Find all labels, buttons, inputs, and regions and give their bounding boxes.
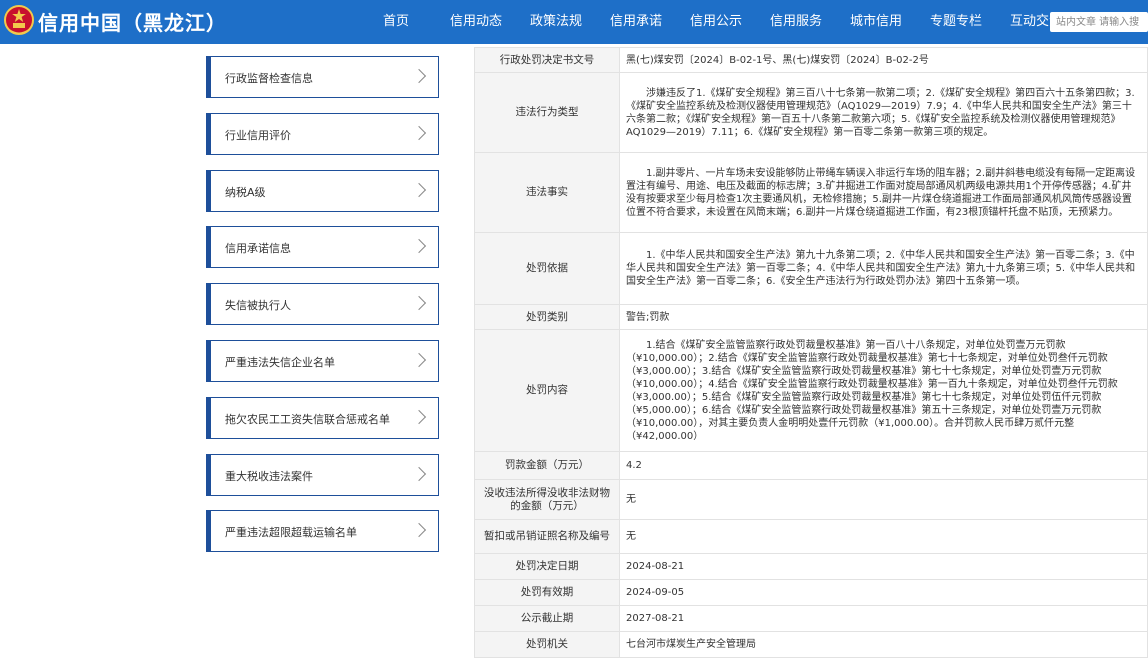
- row-value: 1.结合《煤矿安全监管监察行政处罚裁量权基准》第一百八十八条规定，对单位处罚壹万…: [619, 329, 1148, 452]
- chevron-right-icon: [411, 125, 427, 140]
- row-key: 处罚决定日期: [474, 553, 620, 580]
- row-value: 黑(七)煤安罚〔2024〕B-02-1号、黑(七)煤安罚〔2024〕B-02-2…: [619, 47, 1148, 73]
- row-value: 七台河市煤炭生产安全管理局: [619, 631, 1148, 658]
- row-value: 1.副井零片、一片车场未安设能够防止带绳车辆误入非运行车场的阻车器；2.副井斜巷…: [619, 152, 1148, 233]
- chevron-right-icon: [411, 68, 427, 84]
- sidebar-item-accent-bar: [207, 284, 211, 325]
- main-nav: 首页 信用动态 政策法规 信用承诺 信用公示 信用服务 城市信用 专题专栏 互动…: [356, 0, 1076, 44]
- sidebar-item-label: 拖欠农民工工资失信联合惩戒名单: [225, 412, 390, 426]
- sidebar-item-label: 纳税A级: [225, 185, 266, 199]
- chevron-right-icon: [411, 466, 427, 481]
- nav-credit-commitment[interactable]: 信用承诺: [596, 0, 676, 44]
- sidebar-item-label: 信用承诺信息: [225, 242, 291, 256]
- nav-credit-disclosure[interactable]: 信用公示: [676, 0, 756, 44]
- sidebar-item-tax-a-grade[interactable]: 纳税A级: [206, 169, 439, 212]
- row-value: 2024-09-05: [619, 579, 1148, 606]
- table-row: 处罚依据 1.《中华人民共和国安全生产法》第九十九条第二项；2.《中华人民共和国…: [474, 232, 1148, 305]
- row-key: 罚款金额（万元）: [474, 451, 620, 480]
- row-value: 警告;罚款: [619, 304, 1148, 330]
- row-key: 公示截止期: [474, 605, 620, 632]
- row-value: 无: [619, 479, 1148, 520]
- row-value: 1.《中华人民共和国安全生产法》第九十九条第二项；2.《中华人民共和国安全生产法…: [619, 232, 1148, 305]
- row-key: 暂扣或吊销证照名称及编号: [474, 519, 620, 554]
- sidebar-item-overload-transport[interactable]: 严重违法超限超载运输名单: [206, 510, 439, 553]
- chevron-right-icon: [411, 296, 427, 311]
- table-row: 处罚机关 七台河市煤炭生产安全管理局: [474, 631, 1148, 658]
- row-key: 违法事实: [474, 152, 620, 233]
- sidebar-item-dishonest-debtors[interactable]: 失信被执行人: [206, 283, 439, 326]
- chevron-right-icon: [411, 352, 427, 368]
- row-key: 处罚依据: [474, 232, 620, 305]
- table-row: 公示截止期 2027-08-21: [474, 605, 1148, 632]
- chevron-right-icon: [411, 239, 427, 254]
- sidebar-item-accent-bar: [207, 511, 211, 552]
- chevron-right-icon: [411, 409, 427, 424]
- sidebar-item-tax-violations[interactable]: 重大税收违法案件: [206, 453, 439, 496]
- table-row: 处罚内容 1.结合《煤矿安全监管监察行政处罚裁量权基准》第一百八十八条规定，对单…: [474, 329, 1148, 452]
- row-key: 没收违法所得没收非法财物的金额（万元）: [474, 479, 620, 520]
- site-header: 信用中国（黑龙江） 首页 信用动态 政策法规 信用承诺 信用公示 信用服务 城市…: [0, 0, 1148, 44]
- sidebar-item-admin-supervision[interactable]: 行政监督检查信息: [206, 56, 439, 98]
- row-key: 行政处罚决定书文号: [474, 47, 620, 73]
- row-value: 无: [619, 519, 1148, 554]
- sidebar-item-accent-bar: [207, 113, 211, 154]
- table-row: 暂扣或吊销证照名称及编号 无: [474, 519, 1148, 554]
- sidebar-item-accent-bar: [207, 227, 211, 268]
- chevron-right-icon: [411, 523, 427, 538]
- search-input[interactable]: [1050, 12, 1148, 32]
- table-row: 违法事实 1.副井零片、一片车场未安设能够防止带绳车辆误入非运行车场的阻车器；2…: [474, 152, 1148, 233]
- row-key: 处罚机关: [474, 631, 620, 658]
- sidebar-item-label: 行业信用评价: [225, 128, 291, 142]
- row-value: 4.2: [619, 451, 1148, 480]
- sidebar-item-wage-arrears[interactable]: 拖欠农民工工资失信联合惩戒名单: [206, 396, 439, 439]
- sidebar-item-accent-bar: [207, 57, 211, 97]
- sidebar-item-accent-bar: [207, 170, 211, 211]
- sidebar-item-serious-violators[interactable]: 严重违法失信企业名单: [206, 339, 439, 382]
- sidebar-item-accent-bar: [207, 397, 211, 438]
- table-row: 处罚类别 警告;罚款: [474, 304, 1148, 330]
- nav-home[interactable]: 首页: [356, 0, 436, 44]
- table-row: 处罚决定日期 2024-08-21: [474, 553, 1148, 580]
- row-value: 涉嫌违反了1.《煤矿安全规程》第三百八十七条第一款第二项；2.《煤矿安全规程》第…: [619, 72, 1148, 153]
- table-row: 处罚有效期 2024-09-05: [474, 579, 1148, 606]
- nav-city-credit[interactable]: 城市信用: [836, 0, 916, 44]
- row-value: 2024-08-21: [619, 553, 1148, 580]
- table-row: 没收违法所得没收非法财物的金额（万元） 无: [474, 479, 1148, 520]
- sidebar-item-label: 失信被执行人: [225, 299, 291, 313]
- penalty-detail-table: 行政处罚决定书文号 黑(七)煤安罚〔2024〕B-02-1号、黑(七)煤安罚〔2…: [474, 47, 1148, 658]
- nav-credit-service[interactable]: 信用服务: [756, 0, 836, 44]
- chevron-right-icon: [411, 182, 427, 197]
- row-key: 处罚类别: [474, 304, 620, 330]
- national-emblem-icon[interactable]: [3, 4, 35, 38]
- table-row: 罚款金额（万元） 4.2: [474, 451, 1148, 480]
- nav-special-topics[interactable]: 专题专栏: [916, 0, 996, 44]
- sidebar-item-accent-bar: [207, 454, 211, 495]
- nav-policies[interactable]: 政策法规: [516, 0, 596, 44]
- row-key: 处罚有效期: [474, 579, 620, 606]
- site-title[interactable]: 信用中国（黑龙江）: [38, 7, 227, 36]
- sidebar-item-label: 严重违法失信企业名单: [225, 355, 335, 369]
- table-row: 行政处罚决定书文号 黑(七)煤安罚〔2024〕B-02-1号、黑(七)煤安罚〔2…: [474, 47, 1148, 73]
- row-value: 2027-08-21: [619, 605, 1148, 632]
- sidebar: 行政监督检查信息 行业信用评价 纳税A级 信用承诺信息 失信被执行人 严重违法失…: [206, 56, 439, 567]
- sidebar-item-label: 重大税收违法案件: [225, 469, 313, 483]
- nav-credit-news[interactable]: 信用动态: [436, 0, 516, 44]
- sidebar-item-industry-rating[interactable]: 行业信用评价: [206, 112, 439, 155]
- sidebar-item-label: 严重违法超限超载运输名单: [225, 526, 357, 540]
- table-row: 违法行为类型 涉嫌违反了1.《煤矿安全规程》第三百八十七条第一款第二项；2.《煤…: [474, 72, 1148, 153]
- row-key: 处罚内容: [474, 329, 620, 452]
- sidebar-item-credit-commitment[interactable]: 信用承诺信息: [206, 226, 439, 269]
- sidebar-item-label: 行政监督检查信息: [225, 72, 313, 85]
- row-key: 违法行为类型: [474, 72, 620, 153]
- sidebar-item-accent-bar: [207, 340, 211, 381]
